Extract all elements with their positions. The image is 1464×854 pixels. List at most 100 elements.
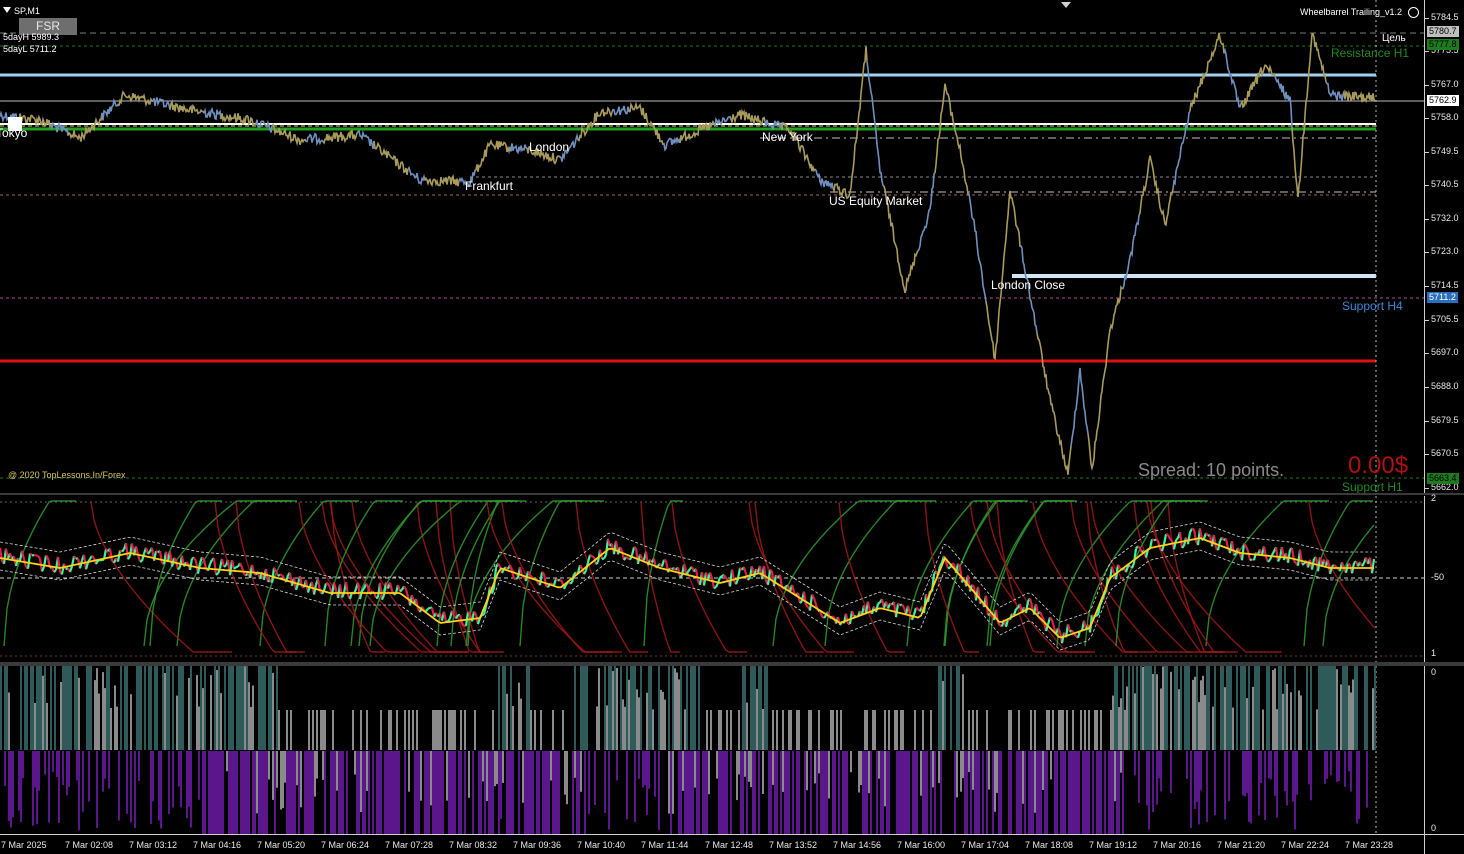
histogram-lower-bar	[862, 751, 864, 834]
histogram-lower-bar	[394, 751, 396, 834]
osc-fast-line-segment	[428, 608, 430, 609]
histogram-lower-bar	[78, 751, 80, 830]
pane-divider[interactable]	[0, 493, 1464, 495]
time-axis[interactable]: 7 Mar 20257 Mar 02:087 Mar 03:127 Mar 04…	[0, 834, 1424, 854]
osc-fast-line-segment	[596, 562, 598, 564]
price-tick-mark	[1425, 320, 1429, 321]
histogram-lower-bar	[798, 751, 800, 834]
histogram-lower-bar	[1022, 751, 1024, 804]
histogram-lower-bar	[536, 751, 538, 834]
histogram-upper-bar	[1204, 695, 1206, 750]
histogram-upper-bar	[698, 666, 700, 750]
price-tick-mark	[1425, 219, 1429, 220]
histogram-upper-bar	[1356, 666, 1358, 750]
histogram-upper-bar	[520, 699, 522, 750]
histogram-upper-bar	[196, 675, 198, 750]
histogram-upper-bar	[676, 673, 678, 751]
osc-fast-line-segment	[328, 584, 330, 588]
histogram-upper-bar	[798, 710, 800, 750]
histogram-lower-bar	[512, 751, 514, 834]
histogram-lower-bar	[234, 751, 236, 834]
histogram-axis[interactable]: 00	[1424, 666, 1464, 834]
symbol-menu-icon[interactable]	[3, 7, 11, 13]
price-chart-canvas[interactable]	[0, 0, 1424, 493]
indicator-menu-icon[interactable]	[1408, 7, 1419, 18]
histogram-lower-bar	[770, 751, 772, 834]
histogram-lower-bar	[866, 751, 868, 834]
scroll-marker-icon[interactable]	[1061, 2, 1071, 8]
oscillator-pane[interactable]	[0, 496, 1424, 662]
histogram-lower-bar	[932, 751, 934, 787]
histogram-lower-bar	[796, 751, 798, 834]
histogram-upper-bar	[1256, 666, 1258, 750]
histogram-lower-bar	[210, 751, 212, 834]
histogram-upper-bar	[1178, 689, 1180, 750]
osc-fast-line-segment	[282, 575, 284, 578]
histogram-lower-bar	[682, 751, 684, 791]
osc-fast-line-segment	[1372, 559, 1374, 573]
histogram-upper-bar	[176, 696, 178, 750]
histogram-lower-bar	[672, 751, 674, 814]
price-tick-label: 5670.5	[1431, 448, 1459, 458]
histogram-lower-bar	[1260, 751, 1262, 783]
histogram-pane[interactable]	[0, 666, 1424, 834]
histogram-lower-bar	[292, 751, 294, 834]
osc-fast-line-segment	[216, 574, 218, 575]
histogram-upper-bar	[1066, 710, 1068, 750]
histogram-upper-bar	[1194, 677, 1196, 750]
histogram-lower-bar	[418, 751, 420, 834]
histogram-lower-bar	[236, 751, 238, 834]
osc-fast-line-segment	[70, 566, 72, 572]
histogram-lower-bar	[378, 751, 380, 834]
time-tick-label: 7 Mar 07:28	[385, 840, 433, 850]
histogram-upper-bar	[144, 666, 146, 750]
histogram-lower-bar	[284, 751, 286, 783]
histogram-lower-bar	[36, 751, 38, 824]
histogram-upper-bar	[1052, 710, 1054, 750]
histogram-lower-bar	[828, 751, 830, 799]
histogram-lower-bar	[1110, 751, 1112, 834]
oscillator-canvas[interactable]	[0, 496, 1424, 662]
histogram-lower-bar	[1356, 751, 1358, 824]
histogram-upper-bar	[360, 710, 362, 750]
histogram-upper-bar	[986, 710, 988, 750]
histogram-canvas[interactable]	[0, 666, 1424, 834]
price-chart-pane[interactable]: SP,M1 FSR 5dayH 5989.3 5dayL 5711.2 Whee…	[0, 0, 1424, 493]
histogram-lower-bar	[254, 751, 256, 834]
histogram-upper-bar	[942, 681, 944, 750]
price-tick-label: 5749.5	[1431, 146, 1459, 156]
osc-fast-line-segment	[1226, 539, 1228, 549]
osc-green-curve	[944, 501, 1028, 646]
histogram-lower-bar	[446, 751, 448, 801]
price-line-segment	[425, 176, 459, 186]
histogram-lower-bar	[118, 751, 120, 821]
histogram-lower-bar	[158, 751, 160, 821]
osc-fast-line-segment	[688, 569, 690, 572]
histogram-lower-bar	[938, 751, 940, 783]
histogram-lower-bar	[290, 751, 292, 834]
histogram-upper-bar	[692, 666, 694, 750]
histogram-upper-bar	[744, 666, 746, 750]
osc-red-curve	[987, 502, 1095, 652]
price-line-segment	[119, 92, 153, 106]
time-tick-label: 7 Mar 21:20	[1217, 840, 1265, 850]
histogram-upper-bar	[680, 666, 682, 750]
histogram-lower-bar	[934, 751, 936, 834]
histogram-lower-bar	[492, 751, 494, 834]
histogram-upper-bar	[1306, 666, 1308, 750]
oscillator-axis[interactable]: 2-501	[1424, 496, 1464, 662]
histogram-lower-bar	[844, 751, 846, 834]
osc-fast-line-segment	[324, 583, 326, 590]
histogram-lower-bar	[260, 751, 262, 834]
histogram-lower-bar	[1118, 751, 1120, 834]
histogram-lower-bar	[432, 751, 434, 834]
symbol-label: SP,M1	[14, 6, 40, 16]
histogram-lower-bar	[588, 751, 590, 814]
histogram-lower-bar	[1008, 751, 1010, 834]
osc-fast-line-segment	[1180, 532, 1182, 548]
osc-fast-line-segment	[174, 558, 176, 560]
histogram-lower-bar	[920, 751, 922, 796]
histogram-upper-bar	[116, 707, 118, 750]
price-axis[interactable]: 5784.55775.55767.05758.05749.55740.55732…	[1424, 0, 1464, 493]
histogram-lower-bar	[450, 751, 452, 834]
